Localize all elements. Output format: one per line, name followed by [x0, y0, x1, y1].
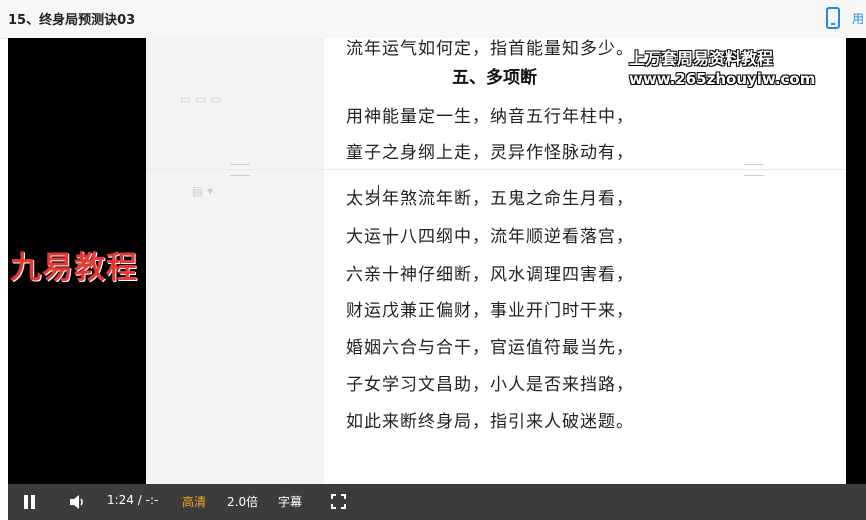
faint-toolbar-ghost: ▭ ▭ ▭	[180, 92, 222, 106]
verse-line: 太岁年煞流年断，五鬼之命生月看，	[346, 189, 634, 209]
verse-line: 婚姻六合与合干，官运值符最当先，	[346, 338, 634, 358]
partial-verse-line: 流年运气如何定，指首能量知多少。	[346, 39, 634, 59]
volume-icon[interactable]	[68, 493, 86, 511]
verse-line: 六亲十神仔细断，风水调理四害看，	[346, 265, 634, 285]
fullscreen-icon[interactable]	[331, 494, 346, 509]
watermark-url: www.265zhouyiw.com	[629, 70, 816, 88]
app-link[interactable]: 用	[852, 10, 864, 27]
verse-line: 用神能量定一生，纳音五行年柱中，	[346, 107, 634, 127]
split-handle-right	[744, 164, 764, 176]
subtitles-button[interactable]: 字幕	[278, 493, 302, 510]
verse-line: 子女学习文昌助，小人是否来挡路，	[346, 375, 634, 395]
video-title: 15、终身局预测诀03	[8, 13, 136, 28]
time-display: 1:24 / -:-	[107, 493, 159, 507]
title-bar: 15、终身局预测诀03 用	[0, 0, 866, 39]
verse-line: 童子之身纲上走，灵异作怪脉动有，	[346, 143, 634, 163]
section-heading: 五、多项断	[452, 68, 537, 88]
speed-button[interactable]: 2.0倍	[227, 493, 258, 510]
verse-line: 财运戊兼正偏财，事业开门时干来，	[346, 301, 634, 321]
brand-watermark: 九易教程	[10, 250, 138, 286]
player-control-bar: 1:24 / -:- 高清 2.0倍 字幕	[8, 484, 866, 520]
pause-icon[interactable]	[24, 495, 36, 509]
ibeam-cursor-icon: I	[386, 234, 390, 249]
watermark-title: 上万套周易资料教程	[629, 49, 774, 68]
verse-line: 如此来断终身局，指引来人破迷题。	[346, 412, 634, 432]
document-page: ▭ ▭ ▭ ▤ ▾ 流年运气如何定，指首能量知多少。 五、多项断 用神能量定一生…	[146, 38, 846, 484]
page-divider	[146, 169, 846, 170]
text-caret	[378, 185, 379, 206]
split-handle-left	[230, 164, 250, 176]
quality-button[interactable]: 高清	[182, 493, 206, 510]
page-left-margin: ▭ ▭ ▭ ▤ ▾	[146, 38, 324, 484]
phone-icon[interactable]	[826, 7, 840, 29]
document-icon: ▤ ▾	[192, 184, 214, 198]
